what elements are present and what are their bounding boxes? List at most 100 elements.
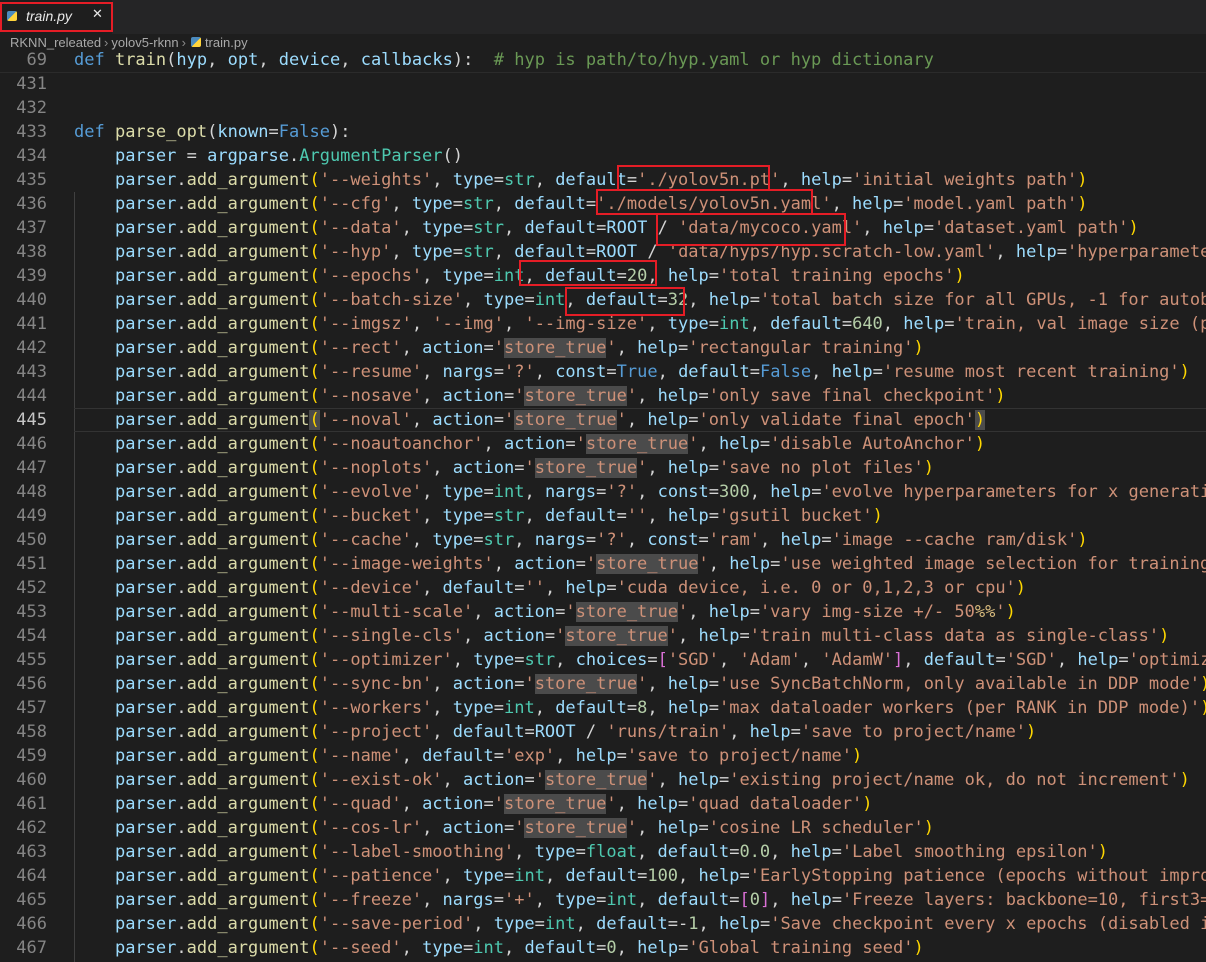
- code-token: store_true: [504, 794, 607, 814]
- code-token: parser: [114, 458, 177, 478]
- code-line[interactable]: 442 parser.add_argument('--rect', action…: [0, 336, 1206, 360]
- code-token: ,: [258, 50, 279, 70]
- code-token: str: [473, 218, 504, 238]
- code-token: int: [473, 938, 504, 958]
- line-number: 438: [16, 242, 47, 262]
- code-line[interactable]: 452 parser.add_argument('--device', defa…: [0, 576, 1206, 600]
- code-token: ]: [760, 890, 771, 910]
- code-token: int: [514, 866, 545, 886]
- code-line[interactable]: 456 parser.add_argument('--sync-bn', act…: [0, 672, 1206, 696]
- code-token: '--evolve': [319, 482, 423, 502]
- code-token: '--noplots': [319, 458, 433, 478]
- code-token: add_argument: [186, 362, 310, 382]
- code-token: ,: [780, 170, 801, 190]
- code-token: parser: [114, 842, 177, 862]
- code-editor[interactable]: 69 def train(hyp, opt, device, callbacks)…: [0, 48, 1206, 962]
- code-line[interactable]: 462 parser.add_argument('--cos-lr', acti…: [0, 816, 1206, 840]
- code-line[interactable]: 461 parser.add_argument('--quad', action…: [0, 792, 1206, 816]
- code-token: parser: [114, 266, 177, 286]
- code-token: =: [841, 314, 853, 334]
- code-token: 'resume most recent training': [882, 362, 1180, 382]
- code-token: .: [176, 218, 187, 238]
- line-number: 432: [16, 98, 47, 118]
- code-line[interactable]: 431: [0, 72, 1206, 96]
- code-token: add_argument: [186, 938, 310, 958]
- code-line[interactable]: 449 parser.add_argument('--bucket', type…: [0, 504, 1206, 528]
- code-line[interactable]: 437 parser.add_argument('--data', type=s…: [0, 216, 1206, 240]
- code-token: =: [503, 386, 515, 406]
- code-token: help: [667, 266, 709, 286]
- code-token: int: [606, 890, 638, 910]
- code-token: (: [309, 626, 320, 646]
- code-token: (: [309, 818, 320, 838]
- code-line[interactable]: 460 parser.add_argument('--exist-ok', ac…: [0, 768, 1206, 792]
- code-token: =: [626, 698, 638, 718]
- code-token: ,: [493, 554, 515, 574]
- code-text: parser.add_argument('--project', default…: [74, 720, 1036, 744]
- code-line[interactable]: 465 parser.add_argument('--freeze', narg…: [0, 888, 1206, 912]
- code-token: 'dataset.yaml path': [933, 218, 1129, 238]
- code-text: parser.add_argument('--seed', type=int, …: [74, 936, 924, 960]
- code-token: =: [749, 602, 760, 622]
- code-token: 'vary img-size +/- 50: [759, 602, 975, 622]
- code-token: =: [493, 362, 504, 382]
- code-line[interactable]: 444 parser.add_argument('--nosave', acti…: [0, 384, 1206, 408]
- code-token: store_true: [534, 674, 638, 694]
- code-token: ,: [452, 650, 474, 670]
- code-token: '': [626, 506, 648, 526]
- code-line[interactable]: 454 parser.add_argument('--single-cls', …: [0, 624, 1206, 648]
- code-token: parser: [114, 866, 177, 886]
- code-token: parser: [114, 506, 177, 526]
- code-token: =: [524, 770, 535, 790]
- code-token: 'only save final checkpoint': [708, 386, 996, 406]
- code-token: =: [944, 314, 955, 334]
- code-token: ': [524, 674, 535, 694]
- code-line[interactable]: 467 parser.add_argument('--seed', type=i…: [0, 936, 1206, 960]
- code-line[interactable]: 459 parser.add_argument('--name', defaul…: [0, 744, 1206, 768]
- code-line[interactable]: 457 parser.add_argument('--workers', typ…: [0, 696, 1206, 720]
- code-token: add_argument: [186, 890, 310, 910]
- code-token: =: [708, 698, 720, 718]
- code-line[interactable]: 458 parser.add_argument('--project', def…: [0, 720, 1206, 744]
- code-line[interactable]: 434 parser = argparse.ArgumentParser(): [0, 144, 1206, 168]
- code-line[interactable]: 451 parser.add_argument('--image-weights…: [0, 552, 1206, 576]
- code-token: True: [616, 362, 658, 382]
- code-token: '--cfg': [319, 194, 392, 214]
- code-line[interactable]: 432: [0, 96, 1206, 120]
- code-line[interactable]: 450 parser.add_argument('--cache', type=…: [0, 528, 1206, 552]
- code-token: =: [759, 914, 771, 934]
- code-token: parser: [114, 242, 177, 262]
- code-line[interactable]: 463 parser.add_argument('--label-smoothi…: [0, 840, 1206, 864]
- code-token: =: [688, 410, 699, 430]
- code-token: 8: [637, 698, 648, 718]
- code-token: ,: [463, 290, 484, 310]
- code-line[interactable]: 433 def parse_opt(known=False):: [0, 120, 1206, 144]
- code-token: ': [514, 818, 525, 838]
- code-line[interactable]: 447 parser.add_argument('--noplots', act…: [0, 456, 1206, 480]
- code-token: ,: [811, 362, 832, 382]
- code-line[interactable]: 464 parser.add_argument('--patience', ty…: [0, 864, 1206, 888]
- code-token: default: [452, 722, 525, 742]
- code-token: .: [176, 290, 187, 310]
- code-line[interactable]: 69 def train(hyp, opt, device, callbacks)…: [0, 48, 1206, 72]
- code-token: =: [647, 650, 658, 670]
- code-line[interactable]: 448 parser.add_argument('--evolve', type…: [0, 480, 1206, 504]
- code-token: help: [698, 626, 740, 646]
- code-line[interactable]: 453 parser.add_argument('--multi-scale',…: [0, 600, 1206, 624]
- code-token: ,: [422, 578, 443, 598]
- code-token: parser: [114, 938, 177, 958]
- code-token: .: [176, 482, 187, 502]
- code-line[interactable]: 466 parser.add_argument('--save-period',…: [0, 912, 1206, 936]
- code-line[interactable]: 445 parser.add_argument('--noval', actio…: [0, 408, 1206, 432]
- code-token: ': [637, 458, 648, 478]
- code-line[interactable]: 446 parser.add_argument('--noautoanchor'…: [0, 432, 1206, 456]
- code-token: ,: [862, 218, 883, 238]
- code-line[interactable]: 455 parser.add_argument('--optimizer', t…: [0, 648, 1206, 672]
- code-token: type: [483, 290, 525, 310]
- code-token: '--multi-scale': [319, 602, 474, 622]
- code-line[interactable]: 443 parser.add_argument('--resume', narg…: [0, 360, 1206, 384]
- code-token: (: [309, 362, 320, 382]
